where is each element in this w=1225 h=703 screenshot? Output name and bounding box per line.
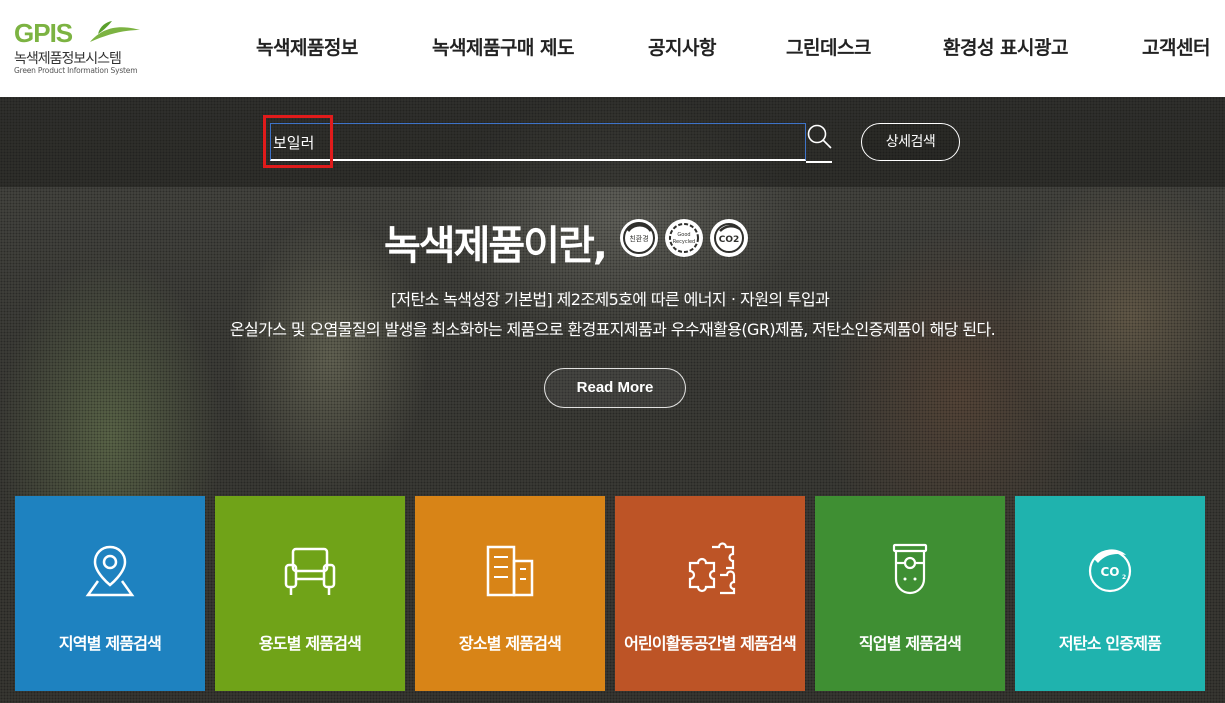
logo-name-en: Green Product Information System: [14, 66, 138, 75]
hero-section: 상세검색 녹색제품이란, 친환경 Good Recycled CO2: [0, 97, 1225, 703]
svg-text:2: 2: [1122, 574, 1126, 581]
tile-occupation-search[interactable]: 직업별 제품검색: [815, 496, 1005, 691]
co2-badge-icon: CO2: [710, 219, 748, 257]
tile-kids-space-search[interactable]: 어린이활동공간별 제품검색: [615, 496, 805, 691]
good-recycled-badge-icon: Good Recycled: [665, 219, 703, 257]
tile-low-carbon-products[interactable]: CO 2 저탄소 인증제품: [1015, 496, 1205, 691]
eco-label-badge-icon: 친환경: [620, 219, 658, 257]
tile-region-search[interactable]: 지역별 제품검색: [15, 496, 205, 691]
read-more-button[interactable]: Read More: [544, 368, 686, 408]
tile-label: 직업별 제품검색: [858, 634, 962, 653]
hero-description: [저탄소 녹색성장 기본법] 제2조제5호에 따른 에너지ㆍ자원의 투입과 온실…: [0, 285, 1225, 345]
site-header: GPIS 녹색제품정보시스템 Green Product Information…: [0, 0, 1225, 97]
tile-purpose-search[interactable]: 용도별 제품검색: [215, 496, 405, 691]
search-box: [270, 123, 806, 161]
tile-label: 저탄소 인증제품: [1058, 634, 1162, 653]
search-input[interactable]: [271, 124, 805, 160]
sofa-icon: [284, 547, 336, 595]
search-icon: [807, 124, 832, 149]
nav-green-purchase-policy[interactable]: 녹색제품구매 제도: [432, 33, 574, 60]
building-icon: [486, 545, 534, 597]
nav-eco-labeling-ads[interactable]: 환경성 표시광고: [943, 33, 1068, 60]
hero-description-line1: [저탄소 녹색성장 기본법] 제2조제5호에 따른 에너지ㆍ자원의 투입과: [390, 290, 830, 309]
hero-title: 녹색제품이란,: [384, 223, 608, 269]
co2-icon: CO 2: [1088, 549, 1132, 593]
tile-label: 어린이활동공간별 제품검색: [624, 634, 797, 653]
main-nav: 녹색제품정보 녹색제품구매 제도 공지사항 그린데스크 환경성 표시광고 고객센…: [0, 33, 1225, 63]
svg-text:Recycled: Recycled: [673, 239, 695, 245]
tile-label: 지역별 제품검색: [58, 634, 162, 653]
svg-text:Good: Good: [677, 232, 690, 238]
nav-green-desk[interactable]: 그린데스크: [786, 33, 871, 60]
hero-description-line2: 온실가스 및 오염물질의 발생을 최소화하는 제품으로 환경표지제품과 우수재활…: [229, 320, 996, 339]
tile-place-search[interactable]: 장소별 제품검색: [415, 496, 605, 691]
puzzle-icon: [688, 542, 736, 595]
search-button[interactable]: [806, 121, 832, 163]
map-pin-icon: [85, 545, 135, 597]
nav-green-product-info[interactable]: 녹색제품정보: [256, 33, 358, 60]
co2-badge-text: CO2: [719, 235, 740, 245]
eco-badge-text: 친환경: [629, 234, 648, 243]
advanced-search-button[interactable]: 상세검색: [861, 123, 960, 161]
nav-customer-center[interactable]: 고객센터: [1142, 33, 1210, 60]
worker-icon: [892, 543, 928, 595]
svg-text:CO: CO: [1100, 565, 1119, 579]
tile-label: 용도별 제품검색: [258, 634, 362, 653]
tile-label: 장소별 제품검색: [458, 634, 562, 653]
nav-notices[interactable]: 공지사항: [648, 33, 716, 60]
certification-badges: 친환경 Good Recycled CO2: [620, 219, 750, 259]
